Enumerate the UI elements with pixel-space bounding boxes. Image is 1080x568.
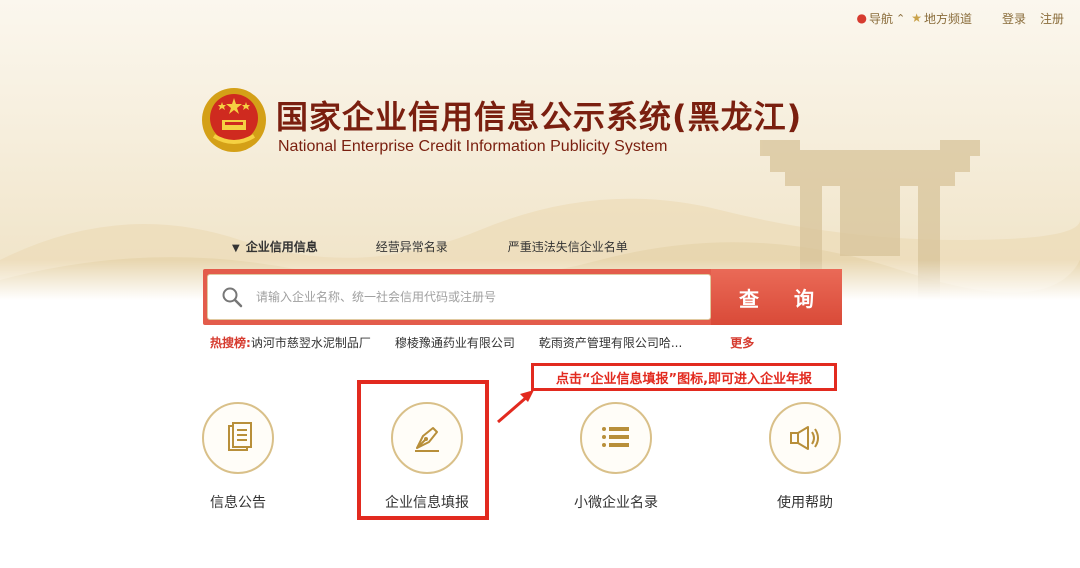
hot-search-item[interactable]: 讷河市慈翌水泥制品厂 <box>251 334 371 351</box>
search-tabs: ▼ 企业信用信息 经营异常名录 严重违法失信企业名单 <box>232 236 628 256</box>
national-emblem-logo <box>202 88 266 152</box>
star-icon: ★ <box>911 11 922 25</box>
search-box <box>207 274 711 320</box>
feature-label: 使用帮助 <box>777 495 833 511</box>
annotation-arrow-icon <box>497 390 534 424</box>
list-icon <box>602 427 629 447</box>
feature-micro-enterprise-list[interactable]: 小微企业名录 <box>546 402 686 522</box>
feature-info-announcement[interactable]: 信息公告 <box>168 402 308 522</box>
register-link[interactable]: 注册 <box>1040 10 1064 27</box>
site-title: 国家企业信用信息公示系统(黑龙江) <box>276 98 803 136</box>
local-channel-label: 地方频道 <box>923 11 972 26</box>
feature-icon-circle <box>769 402 841 474</box>
chevron-up-icon: ⌃ <box>895 11 906 25</box>
location-pin-icon: ● <box>856 11 867 25</box>
login-link[interactable]: 登录 <box>1002 10 1026 27</box>
feature-enterprise-info-filing[interactable]: 企业信息填报 <box>357 402 497 522</box>
site-subtitle-en: National Enterprise Credit Information P… <box>278 138 668 155</box>
feature-icon-circle <box>202 402 274 474</box>
feature-label: 信息公告 <box>210 495 266 511</box>
hot-search-label: 热搜榜: <box>210 335 251 350</box>
nav-menu[interactable]: ● 导航 ⌃ <box>856 10 905 27</box>
document-icon <box>228 422 252 451</box>
local-channel-link[interactable]: ★ 地方频道 <box>911 10 972 27</box>
search-button[interactable]: 查 询 <box>711 269 842 325</box>
feature-label: 企业信息填报 <box>385 495 469 511</box>
top-bar: ● 导航 ⌃ ★ 地方频道 登录 注册 <box>850 8 1064 28</box>
hot-search-item[interactable]: 乾雨资产管理有限公司哈... <box>539 334 682 351</box>
tab-label: 企业信用信息 <box>245 239 318 254</box>
nav-label: 导航 <box>868 11 893 26</box>
feature-label: 小微企业名录 <box>574 495 658 511</box>
feature-usage-help[interactable]: 使用帮助 <box>735 402 875 522</box>
pen-nib-icon <box>415 427 439 452</box>
megaphone-icon <box>790 426 819 450</box>
hot-search-bar: 热搜榜: 讷河市慈翌水泥制品厂 穆棱豫通药业有限公司 乾雨资产管理有限公司哈..… <box>210 333 754 351</box>
tab-credit-info[interactable]: ▼ 企业信用信息 <box>232 238 318 255</box>
hot-search-item[interactable]: 穆棱豫通药业有限公司 <box>395 334 515 351</box>
tab-abnormal-list[interactable]: 经营异常名录 <box>376 238 448 255</box>
triangle-down-icon: ▼ <box>232 242 240 254</box>
search-icon <box>222 287 243 308</box>
annotation-callout: 点击“企业信息填报”图标,即可进入企业年报 <box>531 363 837 391</box>
hot-search-more-link[interactable]: 更多 <box>730 334 754 351</box>
tab-blacklist[interactable]: 严重违法失信企业名单 <box>508 238 628 255</box>
feature-icon-circle <box>580 402 652 474</box>
search-bar: 查 询 <box>203 269 842 325</box>
search-input[interactable] <box>256 282 696 312</box>
feature-icon-circle <box>391 402 463 474</box>
